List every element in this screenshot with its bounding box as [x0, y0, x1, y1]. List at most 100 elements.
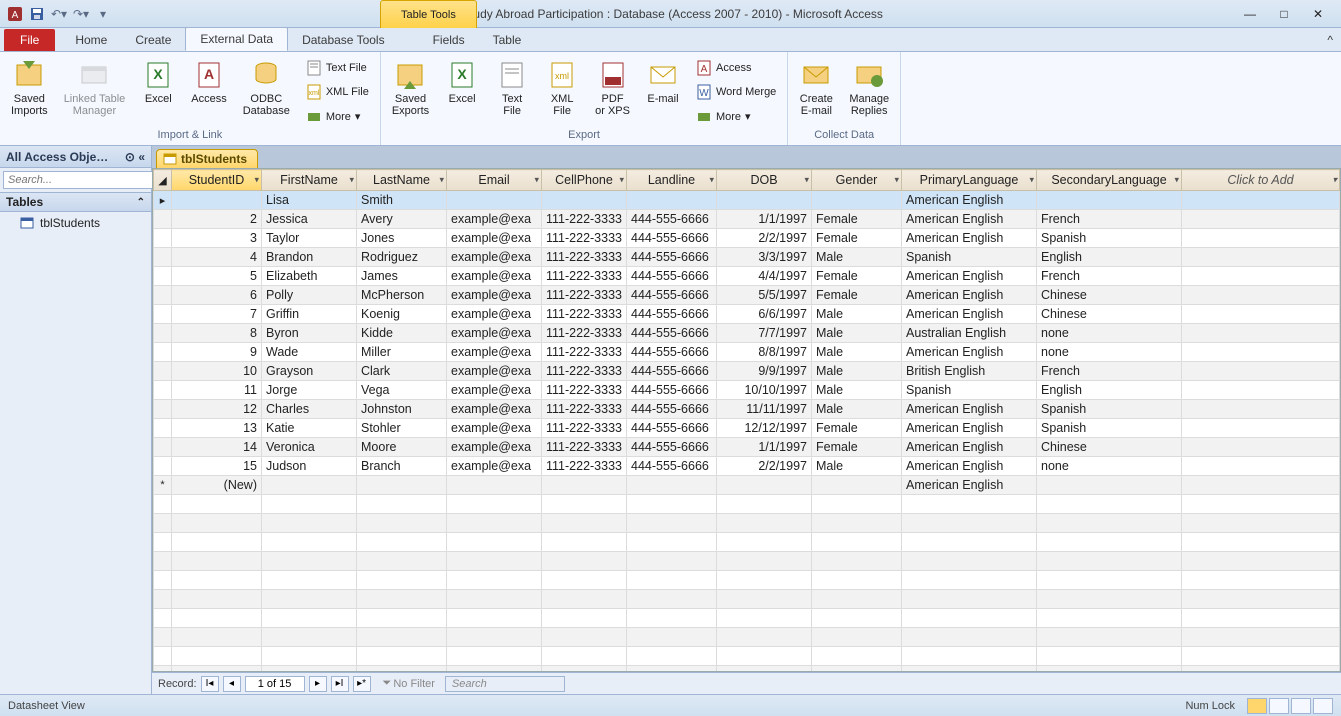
- cell[interactable]: 111-222-3333: [542, 381, 627, 400]
- cell[interactable]: Female: [812, 210, 902, 229]
- cell[interactable]: Female: [812, 438, 902, 457]
- cell[interactable]: Katie: [262, 419, 357, 438]
- cell[interactable]: 7/7/1997: [717, 324, 812, 343]
- cell[interactable]: 15: [172, 457, 262, 476]
- row-selector[interactable]: ▸: [154, 191, 172, 210]
- qat-customize-icon[interactable]: ▾: [94, 5, 112, 23]
- close-button[interactable]: ✕: [1305, 7, 1331, 21]
- row-selector[interactable]: [154, 248, 172, 267]
- cell[interactable]: 111-222-3333: [542, 210, 627, 229]
- view-other2-button[interactable]: [1313, 698, 1333, 714]
- cell[interactable]: American English: [902, 210, 1037, 229]
- row-selector[interactable]: [154, 362, 172, 381]
- table-row[interactable]: 5ElizabethJamesexample@exa111-222-333344…: [154, 267, 1340, 286]
- import-excel-button[interactable]: XExcel: [136, 56, 180, 129]
- cell[interactable]: American English: [902, 438, 1037, 457]
- cell[interactable]: Male: [812, 362, 902, 381]
- column-header-dob[interactable]: DOB▾: [717, 170, 812, 191]
- cell[interactable]: Byron: [262, 324, 357, 343]
- cell[interactable]: none: [1037, 343, 1182, 362]
- cell[interactable]: Taylor: [262, 229, 357, 248]
- cell[interactable]: example@exa: [447, 381, 542, 400]
- column-dropdown-icon[interactable]: ▾: [804, 175, 809, 186]
- row-selector[interactable]: [154, 324, 172, 343]
- recnav-new-button[interactable]: ▸*: [353, 676, 371, 692]
- cell[interactable]: Female: [812, 267, 902, 286]
- cell[interactable]: 111-222-3333: [542, 400, 627, 419]
- cell[interactable]: 14: [172, 438, 262, 457]
- cell[interactable]: English: [1037, 248, 1182, 267]
- cell[interactable]: 10: [172, 362, 262, 381]
- cell[interactable]: 3: [172, 229, 262, 248]
- odbc-database-button[interactable]: ODBC Database: [238, 56, 295, 129]
- table-row[interactable]: 14VeronicaMooreexample@exa111-222-333344…: [154, 438, 1340, 457]
- table-row[interactable]: 7GriffinKoenigexample@exa111-222-3333444…: [154, 305, 1340, 324]
- cell[interactable]: [1182, 229, 1340, 248]
- cell[interactable]: Polly: [262, 286, 357, 305]
- cell[interactable]: Spanish: [1037, 419, 1182, 438]
- cell[interactable]: Johnston: [357, 400, 447, 419]
- cell[interactable]: Australian English: [902, 324, 1037, 343]
- cell[interactable]: 4/4/1997: [717, 267, 812, 286]
- column-dropdown-icon[interactable]: ▾: [349, 175, 354, 186]
- column-dropdown-icon[interactable]: ▾: [1029, 175, 1034, 186]
- cell[interactable]: 444-555-6666: [627, 248, 717, 267]
- recnav-next-button[interactable]: ▸: [309, 676, 327, 692]
- cell[interactable]: Avery: [357, 210, 447, 229]
- cell[interactable]: 444-555-6666: [627, 305, 717, 324]
- cell[interactable]: 111-222-3333: [542, 324, 627, 343]
- cell[interactable]: 11/11/1997: [717, 400, 812, 419]
- cell[interactable]: 5/5/1997: [717, 286, 812, 305]
- cell[interactable]: James: [357, 267, 447, 286]
- cell[interactable]: 13: [172, 419, 262, 438]
- cell[interactable]: 7: [172, 305, 262, 324]
- table-row[interactable]: 9WadeMillerexample@exa111-222-3333444-55…: [154, 343, 1340, 362]
- recnav-search-input[interactable]: Search: [445, 676, 565, 692]
- cell[interactable]: example@exa: [447, 210, 542, 229]
- cell[interactable]: example@exa: [447, 324, 542, 343]
- cell[interactable]: example@exa: [447, 400, 542, 419]
- cell[interactable]: French: [1037, 267, 1182, 286]
- cell[interactable]: Female: [812, 419, 902, 438]
- redo-icon[interactable]: ↷▾: [72, 5, 90, 23]
- tab-external-data[interactable]: External Data: [185, 27, 288, 51]
- cell[interactable]: example@exa: [447, 286, 542, 305]
- cell[interactable]: example@exa: [447, 457, 542, 476]
- row-selector[interactable]: [154, 419, 172, 438]
- table-row[interactable]: 2JessicaAveryexample@exa111-222-3333444-…: [154, 210, 1340, 229]
- cell[interactable]: Branch: [357, 457, 447, 476]
- cell[interactable]: Male: [812, 248, 902, 267]
- cell[interactable]: [812, 191, 902, 210]
- cell[interactable]: Charles: [262, 400, 357, 419]
- export-excel-button[interactable]: XExcel: [440, 56, 484, 129]
- cell[interactable]: 8: [172, 324, 262, 343]
- import-access-button[interactable]: AAccess: [186, 56, 231, 129]
- cell[interactable]: Lisa: [262, 191, 357, 210]
- cell[interactable]: [627, 476, 717, 495]
- cell[interactable]: [1182, 305, 1340, 324]
- import-more-button[interactable]: More ▾: [301, 107, 374, 127]
- cell[interactable]: 1/1/1997: [717, 210, 812, 229]
- cell[interactable]: [172, 191, 262, 210]
- cell[interactable]: 111-222-3333: [542, 286, 627, 305]
- cell[interactable]: Wade: [262, 343, 357, 362]
- cell[interactable]: example@exa: [447, 343, 542, 362]
- cell[interactable]: American English: [902, 419, 1037, 438]
- recnav-position-input[interactable]: [245, 676, 305, 692]
- cell[interactable]: 111-222-3333: [542, 248, 627, 267]
- recnav-filter-indicator[interactable]: ⏷No Filter: [383, 677, 435, 690]
- import-text-file-button[interactable]: Text File: [301, 58, 374, 78]
- row-selector[interactable]: *: [154, 476, 172, 495]
- table-row[interactable]: 3TaylorJonesexample@exa111-222-3333444-5…: [154, 229, 1340, 248]
- cell[interactable]: [447, 476, 542, 495]
- cell[interactable]: Spanish: [902, 248, 1037, 267]
- cell[interactable]: Male: [812, 400, 902, 419]
- tab-file[interactable]: File: [4, 29, 55, 51]
- cell[interactable]: 444-555-6666: [627, 229, 717, 248]
- nav-dropdown-icon[interactable]: ⊙: [125, 150, 135, 164]
- cell[interactable]: [1182, 438, 1340, 457]
- cell[interactable]: [812, 476, 902, 495]
- cell[interactable]: [1182, 343, 1340, 362]
- maximize-button[interactable]: □: [1271, 7, 1297, 21]
- select-all-cell[interactable]: ◢: [154, 170, 172, 191]
